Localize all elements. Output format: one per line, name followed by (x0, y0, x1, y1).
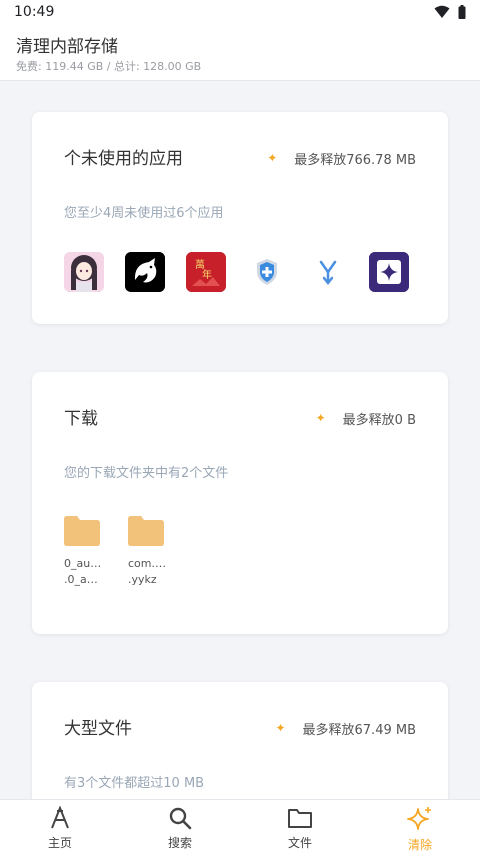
sparkle-square-app-icon[interactable] (369, 252, 409, 292)
status-time: 10:49 (14, 4, 55, 20)
card-description: 有3个文件都超过10 MB (64, 776, 205, 791)
card-description: 您的下载文件夹中有2个文件 (64, 466, 229, 481)
search-icon (169, 807, 192, 830)
merge-arrow-app-icon[interactable] (308, 252, 348, 292)
anime-girl-app-icon[interactable] (64, 252, 104, 292)
status-bar: 10:49 (0, 0, 480, 26)
nav-clean[interactable]: 清除 (360, 800, 480, 855)
save-amount-label: 最多释放0 B (342, 412, 416, 428)
sparkle-icon: ✦ (315, 411, 326, 425)
storage-summary: 免费: 119.44 GB / 总计: 128.00 GB (16, 60, 202, 73)
file-name-line1: 0_au… (64, 557, 102, 570)
battery-icon (458, 5, 466, 19)
save-amount-label: 最多释放766.78 MB (294, 152, 416, 168)
dragon-app-icon[interactable] (125, 252, 165, 292)
nav-label: 清除 (407, 838, 432, 852)
file-name-line2: .0_a… (64, 573, 98, 586)
home-icon (51, 806, 69, 829)
bottom-navigation: 主页 搜索 文件 清除 (0, 799, 480, 855)
file-item[interactable]: 0_au… .0_a… (64, 516, 102, 588)
nav-label: 搜索 (167, 836, 192, 850)
save-amount: ✦ 最多释放0 B (311, 408, 416, 428)
folder-icon (128, 516, 164, 546)
folder-icon (64, 516, 100, 546)
sparkle-icon: ✦ (267, 151, 278, 165)
nav-search[interactable]: 搜索 (120, 800, 240, 855)
nav-label: 文件 (287, 836, 312, 850)
card-title: 下载 (64, 409, 98, 429)
card-description: 您至少4周未使用过6个应用 (64, 206, 224, 221)
file-item[interactable]: com.… .yykz (128, 516, 166, 588)
calendar-app-icon[interactable]: 萬 年 (186, 252, 226, 292)
unused-app-list: 萬 年 (64, 252, 409, 292)
save-amount: ✦ 最多释放67.49 MB (271, 718, 416, 738)
nav-files[interactable]: 文件 (240, 800, 360, 855)
file-name-line2: .yykz (128, 573, 157, 586)
unused-apps-card[interactable]: 个未使用的应用 ✦ 最多释放766.78 MB 您至少4周未使用过6个应用 萬 … (32, 112, 448, 324)
downloads-card[interactable]: 下载 ✦ 最多释放0 B 您的下载文件夹中有2个文件 0_au… .0_a… c… (32, 372, 448, 634)
shield-app-icon[interactable] (247, 252, 287, 292)
system-icons (434, 5, 466, 19)
file-name-line1: com.… (128, 557, 166, 570)
nav-label: 主页 (47, 836, 72, 850)
sparkle-icon: ✦ (275, 721, 286, 735)
sparkle-icon (407, 807, 431, 830)
wifi-icon (434, 5, 450, 18)
page-title: 清理内部存储 (16, 37, 118, 57)
save-amount-label: 最多释放67.49 MB (302, 722, 416, 738)
save-amount: ✦ 最多释放766.78 MB (262, 148, 416, 168)
svg-text:年: 年 (202, 268, 212, 281)
card-title: 大型文件 (64, 719, 132, 739)
nav-home[interactable]: 主页 (0, 800, 120, 855)
download-file-list: 0_au… .0_a… com.… .yykz (64, 516, 166, 588)
app-bar: 清理内部存储 免费: 119.44 GB / 总计: 128.00 GB (0, 26, 480, 81)
card-title: 个未使用的应用 (64, 149, 183, 169)
folder-icon (288, 809, 312, 828)
